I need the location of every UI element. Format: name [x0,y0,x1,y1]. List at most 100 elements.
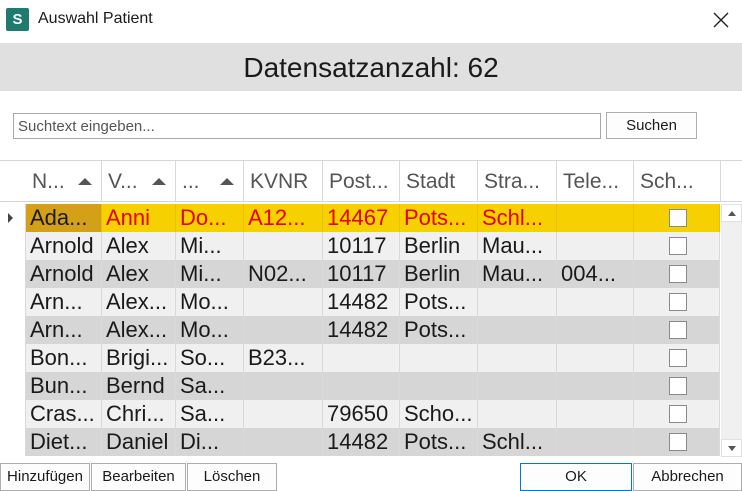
table-cell [244,288,323,316]
record-count-banner: Datensatzanzahl: 62 [0,43,742,91]
ok-button[interactable]: OK [520,463,632,491]
table-cell: Bon... [26,344,102,372]
table-cell [557,372,634,400]
table-cell [400,344,478,372]
table-cell [478,316,557,344]
column-header[interactable]: ... [176,161,244,202]
row-checkbox[interactable] [669,349,687,367]
cancel-button[interactable]: Abbrechen [633,463,742,491]
table-cell [244,316,323,344]
row-checkbox[interactable] [669,321,687,339]
table-cell: Mau... [478,232,557,260]
table-cell: Schl... [478,204,557,232]
column-header-label: ... [182,170,200,193]
table-cell: Alex [102,260,176,288]
row-header[interactable] [0,372,26,400]
table-cell: Scho... [400,400,478,428]
row-header[interactable] [0,288,26,316]
table-row[interactable]: Bun... Bernd Sa... [0,372,720,400]
table-cell: 14482 [323,288,400,316]
column-header[interactable]: Stadt [400,161,478,202]
table-cell: 14482 [323,428,400,456]
table-cell: Alex [102,232,176,260]
column-header[interactable]: Stra... [478,161,557,202]
table-cell: Schl... [478,428,557,456]
table-row[interactable]: Arnold Alex Mi... N02... 10117 Berlin Mau... 00… [0,260,720,288]
table-cell: So... [176,344,244,372]
sort-ascending-icon [152,178,166,185]
table-cell: 10117 [323,232,400,260]
add-button[interactable]: Hinzufügen [0,463,90,491]
column-header[interactable]: Post... [323,161,400,202]
table-cell: Alex... [102,288,176,316]
table-cell: Daniel [102,428,176,456]
row-header[interactable] [0,428,26,456]
column-header[interactable]: KVNR [244,161,323,202]
table-cell [557,428,634,456]
table-row[interactable]: Arn... Alex... Mo... 14482 Pots... [0,288,720,316]
table-cell: 10117 [323,260,400,288]
table-cell: Mi... [176,232,244,260]
table-cell: Bernd [102,372,176,400]
table-cell: 79650 [323,400,400,428]
app-logo-icon: S [6,8,29,31]
search-button[interactable]: Suchen [606,112,697,139]
table-row[interactable]: Arnold Alex Mi... 10117 Berlin Mau... [0,232,720,260]
table-cell [244,400,323,428]
record-count-text: Datensatzanzahl: 62 [243,52,499,83]
table-cell [244,232,323,260]
column-header[interactable]: Tele... [557,161,634,202]
row-header[interactable] [0,400,26,428]
table-cell: Berlin [400,260,478,288]
table-cell: Arn... [26,316,102,344]
row-header[interactable] [0,232,26,260]
table-cell: 004... [557,260,634,288]
row-header[interactable] [0,344,26,372]
table-cell: Brigi... [102,344,176,372]
table-cell [400,372,478,400]
table-row[interactable]: Ada... Anni Do... A12... 14467 Pots... Schl... [0,204,720,232]
column-header-label: Post... [329,170,389,193]
row-checkbox[interactable] [669,293,687,311]
row-checkbox[interactable] [669,433,687,451]
table-cell: Di... [176,428,244,456]
table-row[interactable]: Arn... Alex... Mo... 14482 Pots... [0,316,720,344]
close-icon [713,12,729,28]
column-header-label: N... [32,170,65,193]
table-cell: Mi... [176,260,244,288]
table-cell: Arn... [26,288,102,316]
table-row[interactable]: Diet... Daniel Di... 14482 Pots... Schl... [0,428,720,456]
search-input[interactable] [13,113,601,139]
row-header[interactable] [0,204,26,232]
column-header-label: V... [108,170,138,193]
row-checkbox[interactable] [669,265,687,283]
column-header[interactable]: N... [26,161,102,202]
table-cell [557,344,634,372]
table-cell: Do... [176,204,244,232]
table-cell: A12... [244,204,323,232]
table-cell [323,372,400,400]
table-cell: Pots... [400,204,478,232]
column-header[interactable]: Sch... [634,161,721,202]
delete-button[interactable]: Löschen [187,463,277,491]
table-cell [557,400,634,428]
table-row[interactable]: Bon... Brigi... So... B23... [0,344,720,372]
table-cell: Mo... [176,288,244,316]
table-cell [478,400,557,428]
close-button[interactable] [704,4,738,36]
row-header[interactable] [0,316,26,344]
table-row[interactable]: Cras... Chri... Sa... 79650 Scho... [0,400,720,428]
vertical-scrollbar[interactable] [721,204,742,457]
row-checkbox[interactable] [669,405,687,423]
column-header[interactable]: V... [102,161,176,202]
edit-button[interactable]: Bearbeiten [91,463,186,491]
scroll-up-icon[interactable] [721,204,742,222]
row-checkbox[interactable] [669,237,687,255]
column-header-label: Sch... [640,170,694,193]
row-checkbox[interactable] [669,209,687,227]
scroll-down-icon[interactable] [721,439,742,457]
table-cell: 14482 [323,316,400,344]
row-checkbox[interactable] [669,377,687,395]
table-cell [323,344,400,372]
row-header[interactable] [0,260,26,288]
